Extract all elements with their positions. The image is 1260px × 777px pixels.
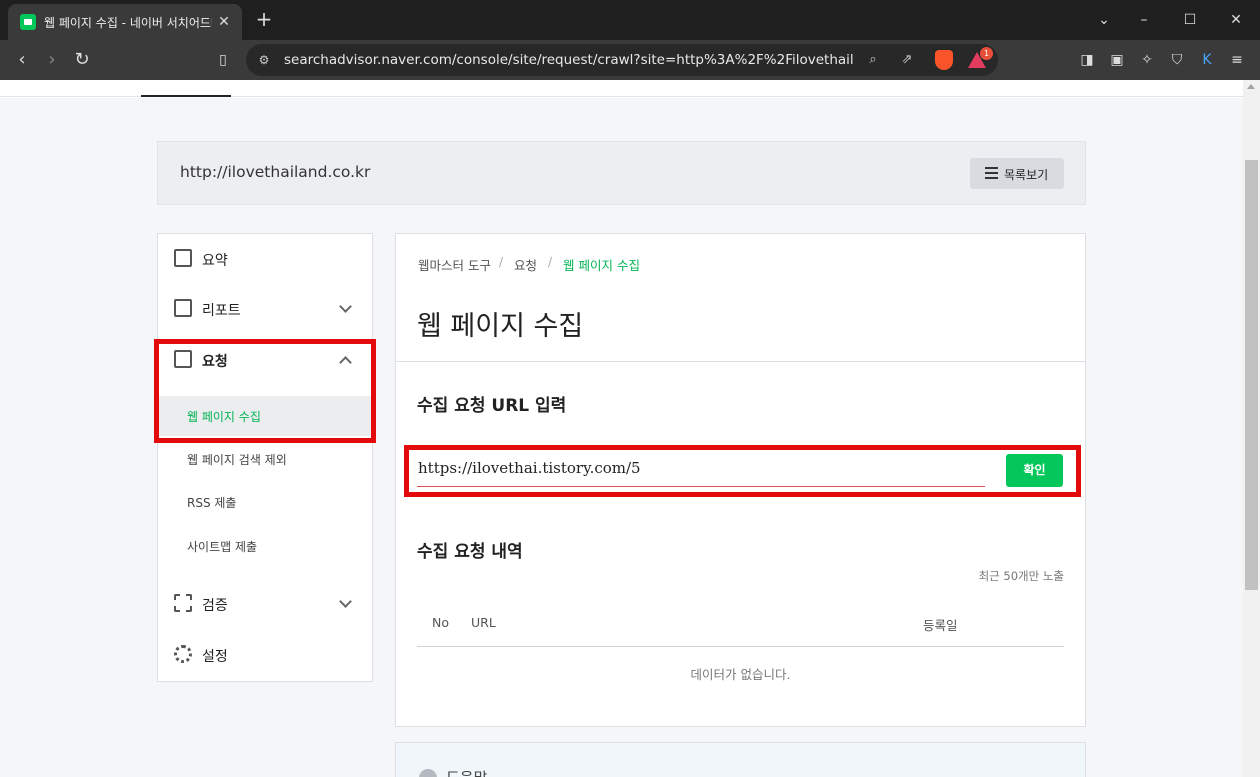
- sidebar-subitem-label: 웹 페이지 검색 제외: [187, 453, 287, 467]
- extension-icon[interactable]: K: [1196, 49, 1218, 71]
- url-text[interactable]: searchadvisor.naver.com/console/site/req…: [284, 52, 854, 68]
- breadcrumb-item[interactable]: 웹마스터 도구: [418, 255, 491, 274]
- table-divider: [417, 646, 1064, 647]
- clipboard-icon: [174, 249, 192, 267]
- brave-shields-icon[interactable]: [935, 50, 953, 70]
- close-window-icon[interactable]: ✕: [1224, 8, 1248, 32]
- list-icon: [985, 167, 998, 179]
- active-nav-underline: [141, 95, 231, 97]
- new-tab-button[interactable]: +: [253, 8, 275, 30]
- help-title[interactable]: 도움말: [446, 767, 487, 777]
- tab-search-icon[interactable]: ⌄: [1092, 8, 1116, 32]
- sidebar-subitem-label: 사이트맵 제출: [187, 540, 258, 554]
- browser-tab[interactable]: 웹 페이지 수집 - 네이버 서치어드바이저 ✕: [8, 4, 242, 40]
- back-icon[interactable]: ‹: [10, 48, 34, 72]
- breadcrumb-separator: /: [499, 255, 504, 269]
- sidebar-item-verify[interactable]: 검증: [158, 584, 372, 624]
- site-info-icon[interactable]: ⚙: [256, 52, 272, 68]
- scrollbar[interactable]: [1243, 80, 1260, 777]
- browser-toolbar: ‹ › ↻ ▯ ⚙ searchadvisor.naver.com/consol…: [0, 40, 1260, 80]
- tab-title: 웹 페이지 수집 - 네이버 서치어드바이저: [44, 16, 212, 30]
- help-icon: [419, 769, 437, 777]
- reload-icon[interactable]: ↻: [70, 48, 94, 72]
- menu-icon[interactable]: ≡: [1226, 49, 1248, 71]
- title-divider: [396, 361, 1085, 362]
- sidebar-subitem-rss[interactable]: RSS 제출: [158, 482, 372, 522]
- scroll-up-arrow-icon[interactable]: [1247, 84, 1255, 89]
- sidebar-subitem-exclude[interactable]: 웹 페이지 검색 제외: [158, 439, 372, 479]
- sidebar-item-label: 검증: [202, 598, 228, 614]
- column-header-date: 등록일: [923, 618, 958, 633]
- site-url: http://ilovethailand.co.kr: [180, 163, 371, 181]
- column-header-no: No: [432, 615, 449, 630]
- share-icon[interactable]: ⇗: [898, 51, 916, 69]
- sidebar-item-label: 설정: [202, 649, 228, 665]
- repeat-icon: [174, 594, 192, 612]
- chart-icon: [174, 299, 192, 317]
- breadcrumb-current: 웹 페이지 수집: [563, 258, 640, 273]
- address-bar[interactable]: ⚙ searchadvisor.naver.com/console/site/r…: [246, 44, 998, 76]
- sidebar-item-label: 요약: [202, 253, 228, 269]
- chevron-down-icon: [339, 300, 352, 313]
- history-hint: 최근 50개만 노출: [978, 569, 1064, 583]
- column-header-url: URL: [471, 615, 496, 630]
- page-title: 웹 페이지 수집: [417, 311, 584, 342]
- history-section-title: 수집 요청 내역: [417, 542, 523, 562]
- page-viewport: http://ilovethailand.co.kr 목록보기 요약 리포트 요…: [0, 80, 1260, 777]
- sidebar-item-report[interactable]: 리포트: [158, 289, 372, 329]
- sidebar-item-settings[interactable]: 설정: [158, 635, 372, 675]
- site-header: http://ilovethailand.co.kr 목록보기: [157, 141, 1086, 205]
- scrollbar-thumb[interactable]: [1245, 160, 1258, 590]
- maximize-icon[interactable]: ☐: [1178, 8, 1202, 32]
- list-view-label: 목록보기: [1004, 168, 1049, 182]
- empty-message: 데이터가 없습니다.: [690, 667, 791, 682]
- breadcrumb-separator: /: [548, 255, 553, 269]
- leo-ai-icon[interactable]: ✧: [1136, 49, 1158, 71]
- highlight-box-request-menu: [154, 339, 376, 443]
- highlight-box-url-input: [404, 445, 1081, 497]
- chevron-down-icon: [339, 595, 352, 608]
- wallet-icon[interactable]: ▣: [1106, 49, 1128, 71]
- tab-close-icon[interactable]: ✕: [214, 12, 234, 32]
- breadcrumb-item[interactable]: 요청: [514, 255, 537, 274]
- rewards-badge: 1: [980, 47, 993, 60]
- input-section-title: 수집 요청 URL 입력: [417, 396, 567, 416]
- bookmark-icon[interactable]: ▯: [211, 48, 235, 72]
- sidebar-toggle-icon[interactable]: ◨: [1076, 49, 1098, 71]
- zoom-icon[interactable]: ⌕: [864, 51, 882, 69]
- list-view-button[interactable]: 목록보기: [970, 158, 1064, 189]
- gear-icon: [174, 645, 192, 663]
- sidebar: 요약 리포트 요청 웹 페이지 수집 웹 페이지 검색 제외 RSS 제출 사이…: [157, 233, 373, 682]
- top-nav-strip: [0, 80, 1243, 97]
- browser-tab-bar: 웹 페이지 수집 - 네이버 서치어드바이저 ✕ + ⌄ – ☐ ✕: [0, 0, 1260, 40]
- sidebar-item-summary[interactable]: 요약: [158, 239, 372, 279]
- sidebar-item-label: 리포트: [202, 303, 241, 319]
- help-box: 도움말: [395, 742, 1086, 777]
- sidebar-subitem-label: RSS 제출: [187, 496, 237, 510]
- sidebar-subitem-sitemap[interactable]: 사이트맵 제출: [158, 526, 372, 566]
- minimize-icon[interactable]: –: [1132, 8, 1156, 32]
- forward-icon[interactable]: ›: [40, 48, 64, 72]
- naver-favicon-icon: [20, 14, 36, 30]
- vpn-shield-icon[interactable]: ⛉: [1166, 49, 1188, 71]
